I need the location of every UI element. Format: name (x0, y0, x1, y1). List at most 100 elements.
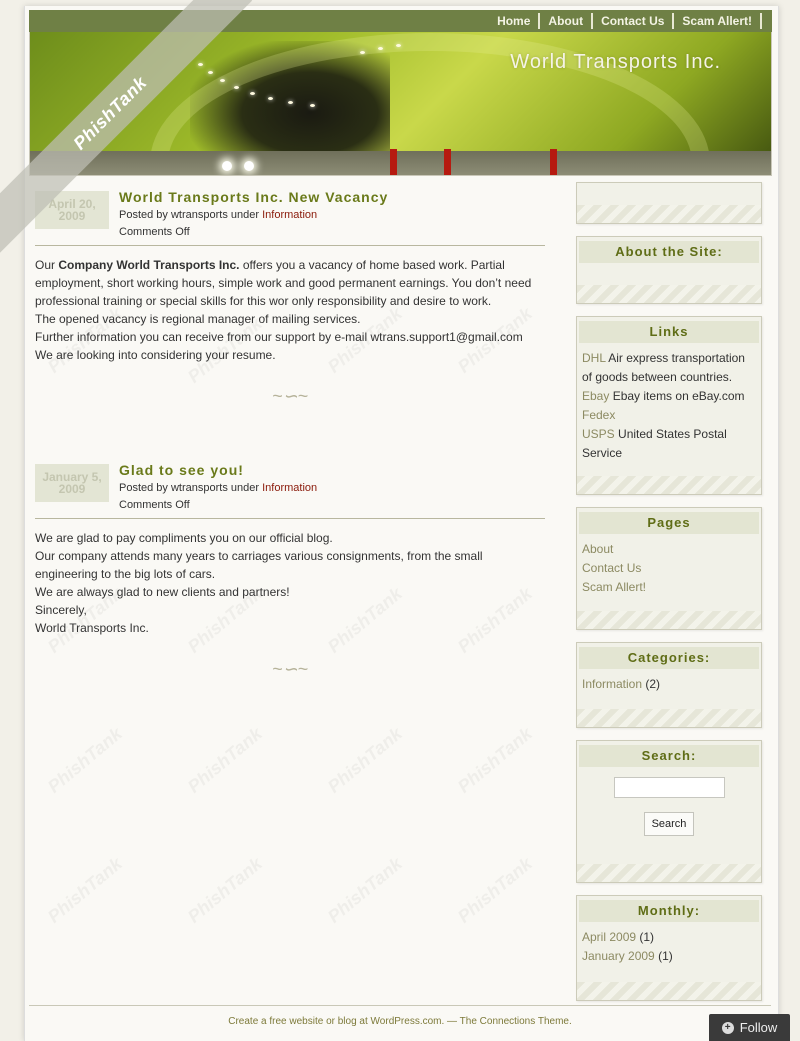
sidebar: About the Site: Links DHL Air express tr… (576, 182, 762, 1013)
post-header: World Transports Inc. New Vacancy Posted… (119, 185, 545, 245)
widget-pages: Pages About Contact Us Scam Allert! (576, 507, 762, 630)
tunnel-light (360, 51, 365, 54)
widget-search: Search: Search (576, 740, 762, 883)
tunnel-image-road (30, 151, 771, 175)
pages-list: About Contact Us Scam Allert! (577, 534, 761, 597)
link-ebay[interactable]: Ebay (582, 389, 609, 403)
category-item: Information (2) (582, 675, 756, 694)
tunnel-light (378, 47, 383, 50)
post-header: Glad to see you! Posted by wtransports u… (119, 458, 545, 518)
post-paragraph: Our Company World Transports Inc. offers… (35, 256, 545, 310)
link-dhl[interactable]: DHL (582, 351, 606, 365)
link-desc: Ebay items on eBay.com (612, 389, 745, 403)
post-divider (35, 245, 545, 246)
page-link-contact-us[interactable]: Contact Us (582, 559, 756, 578)
post-title[interactable]: World Transports Inc. New Vacancy (119, 189, 545, 205)
post-meta: Posted by wtransports under Information (119, 209, 545, 221)
monthly-list: April 2009 (1) January 2009 (1) (577, 922, 761, 966)
widget-blank (576, 182, 762, 224)
page-link-scam-allert[interactable]: Scam Allert! (582, 578, 756, 597)
plus-icon: + (721, 1021, 734, 1034)
category-count: (2) (645, 677, 661, 691)
widget-monthly: Monthly: April 2009 (1) January 2009 (1) (576, 895, 762, 1001)
archive-link-april-2009[interactable]: April 2009 (582, 930, 636, 944)
link-item: Ebay Ebay items on eBay.com (582, 387, 756, 406)
post-line: Our company attends many years to carria… (35, 549, 483, 581)
tunnel-light (250, 92, 255, 95)
tunnel-light (234, 86, 239, 89)
car-headlight (244, 161, 254, 171)
post-meta: Posted by wtransports under Information (119, 482, 545, 494)
category-link-information[interactable]: Information (582, 677, 642, 691)
link-item: USPS United States Postal Service (582, 425, 756, 463)
archive-count: (1) (639, 930, 655, 944)
post-category-link[interactable]: Information (262, 209, 317, 221)
post-category-link[interactable]: Information (262, 482, 317, 494)
widget-title-about: About the Site: (579, 241, 759, 263)
post-meta-prefix: Posted by wtransports under (119, 482, 260, 494)
categories-list: Information (2) (577, 669, 761, 694)
post-line: Sincerely, (35, 603, 87, 617)
follow-label: Follow (739, 1020, 778, 1035)
widget-title-categories: Categories: (579, 647, 759, 669)
post: January 5, 2009 Glad to see you! Posted … (35, 458, 545, 687)
tunnel-light (288, 101, 293, 104)
post-date: January 5, 2009 (35, 464, 109, 502)
archive-link-january-2009[interactable]: January 2009 (582, 949, 655, 963)
archive-item: January 2009 (1) (582, 947, 756, 966)
nav-home[interactable]: Home (489, 13, 541, 29)
links-list: DHL Air express transportation of goods … (577, 343, 761, 463)
post-body: We are glad to pay compliments you on ou… (35, 529, 545, 637)
widget-title-pages: Pages (579, 512, 759, 534)
post-body: Our Company World Transports Inc. offers… (35, 256, 545, 364)
tunnel-barrier (550, 149, 557, 175)
post-separator-flourish: ~∽~ (271, 659, 309, 679)
main-content: April 20, 2009 World Transports Inc. New… (35, 185, 545, 687)
archive-count: (1) (658, 949, 673, 963)
archive-item: April 2009 (1) (582, 928, 756, 947)
nav-scam-allert[interactable]: Scam Allert! (674, 13, 762, 29)
post-divider (35, 518, 545, 519)
search-input[interactable] (613, 777, 725, 798)
link-item: Fedex (582, 406, 756, 425)
follow-button[interactable]: + Follow (709, 1014, 790, 1041)
car-headlight (222, 161, 232, 171)
footer-credit-link[interactable]: Create a free website or blog at WordPre… (228, 1016, 572, 1027)
tunnel-light (208, 71, 213, 74)
widget-about: About the Site: (576, 236, 762, 304)
top-nav: Home About Contact Us Scam Allert! (29, 10, 772, 32)
post-separator-flourish: ~∽~ (271, 386, 309, 406)
widget-title-monthly: Monthly: (579, 900, 759, 922)
post-line: We are looking into considering your res… (35, 348, 276, 362)
link-fedex[interactable]: Fedex (582, 408, 615, 422)
widget-title-search: Search: (579, 745, 759, 767)
tunnel-light (220, 79, 225, 82)
nav-contact-us[interactable]: Contact Us (593, 13, 675, 29)
link-item: DHL Air express transportation of goods … (582, 349, 756, 387)
site-title[interactable]: World Transports Inc. (510, 51, 721, 74)
post-company-name: Company World Transports Inc. (58, 258, 240, 272)
post-line: We are always glad to new clients and pa… (35, 585, 290, 599)
post-meta-prefix: Posted by wtransports under (119, 209, 260, 221)
tunnel-light (396, 44, 401, 47)
tunnel-light (310, 104, 315, 107)
post-comments: Comments Off (119, 499, 190, 511)
post-text: Our (35, 258, 56, 272)
link-desc: Air express transportation of goods betw… (582, 351, 745, 384)
search-button[interactable]: Search (644, 812, 694, 836)
widget-links: Links DHL Air express transportation of … (576, 316, 762, 495)
link-usps[interactable]: USPS (582, 427, 615, 441)
post: April 20, 2009 World Transports Inc. New… (35, 185, 545, 414)
post-line: We are glad to pay compliments you on ou… (35, 531, 333, 545)
post-line: Further information you can receive from… (35, 330, 523, 344)
footer: Create a free website or blog at WordPre… (29, 1005, 771, 1027)
widget-categories: Categories: Information (2) (576, 642, 762, 728)
nav-about[interactable]: About (540, 13, 594, 29)
page-link-about[interactable]: About (582, 540, 756, 559)
post-line: The opened vacancy is regional manager o… (35, 312, 361, 326)
tunnel-barrier (390, 149, 397, 175)
post-comments: Comments Off (119, 226, 190, 238)
post-title[interactable]: Glad to see you! (119, 462, 545, 478)
tunnel-light (268, 97, 273, 100)
post-line: World Transports Inc. (35, 621, 149, 635)
